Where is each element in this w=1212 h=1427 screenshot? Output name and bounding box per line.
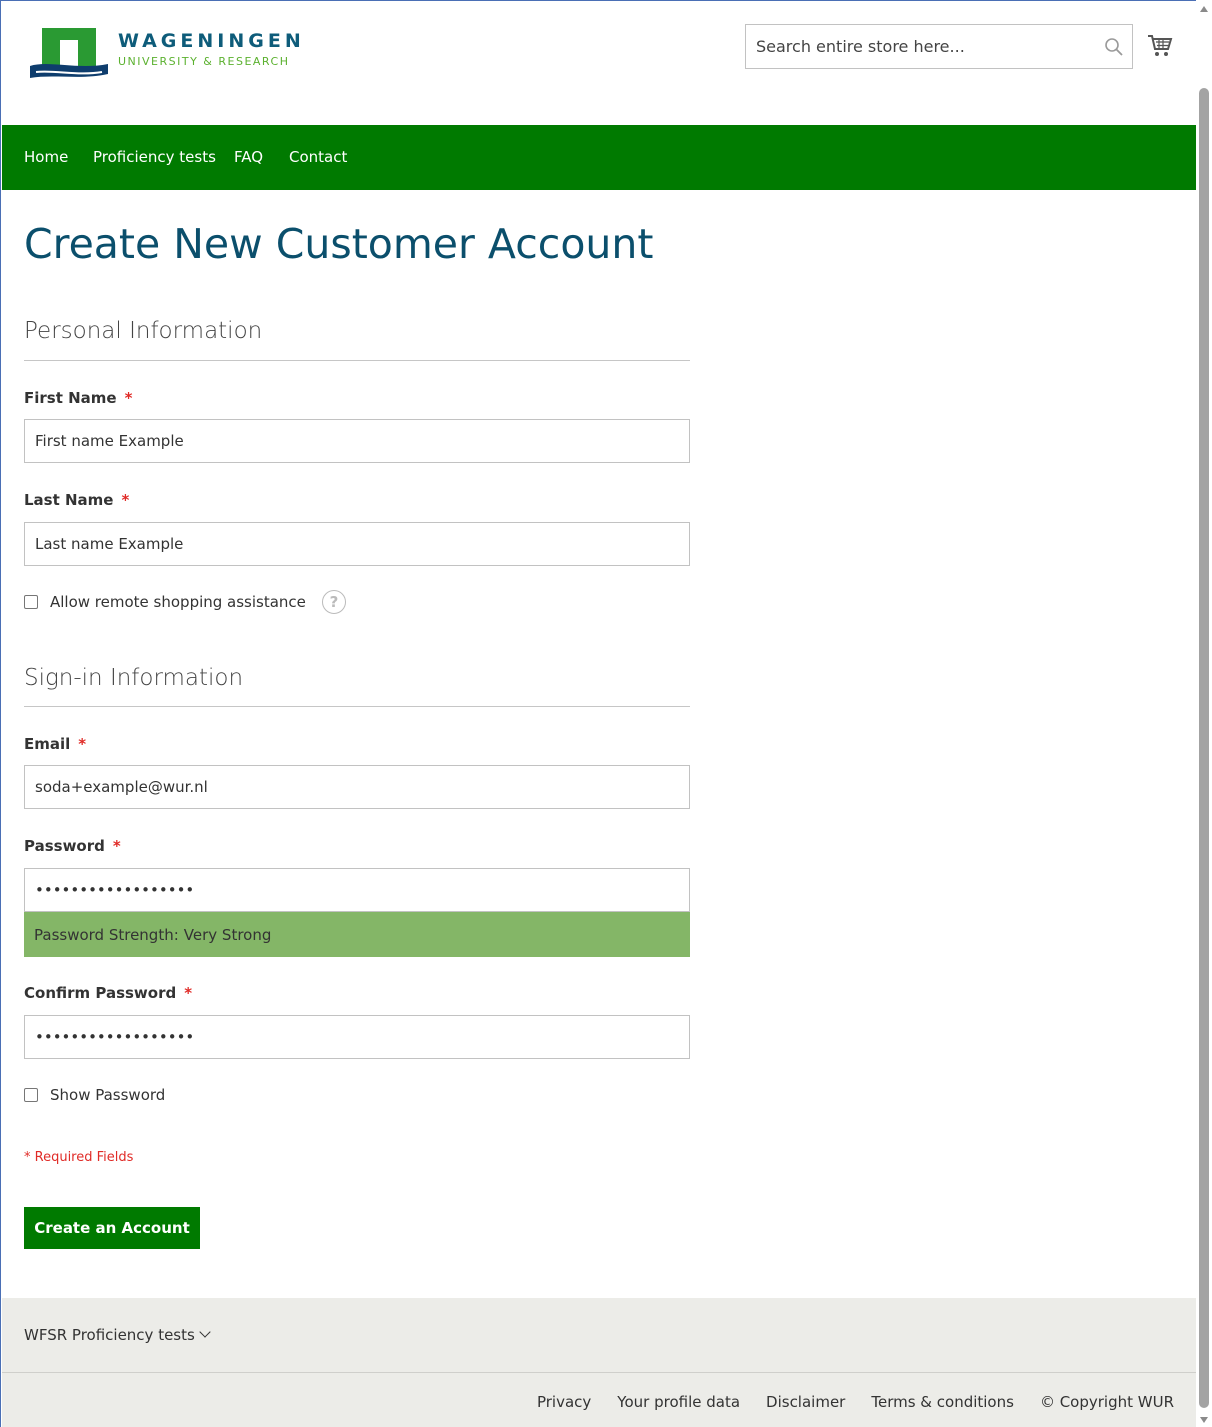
section-divider [24,706,690,707]
footer-link-terms[interactable]: Terms & conditions [871,1393,1014,1411]
scroll-down-arrow-icon[interactable] [1200,1417,1208,1423]
remote-assistance-checkbox[interactable] [24,595,38,609]
email-label: Email * [24,735,86,753]
password-strength-meter: Password Strength: Very Strong [24,912,690,957]
wur-logo-mark-icon [30,28,108,78]
show-password-label[interactable]: Show Password [50,1086,165,1104]
main-nav: Home Proficiency tests FAQ Contact [2,125,1196,190]
last-name-input[interactable] [24,522,690,566]
create-account-button[interactable]: Create an Account [24,1207,200,1249]
search-box [745,24,1133,69]
first-name-label: First Name * [24,389,132,407]
nav-item-home[interactable]: Home [24,148,68,166]
section-divider [24,360,690,361]
last-name-label: Last Name * [24,491,129,509]
logo-title: WAGENINGEN [118,30,305,52]
help-question-icon[interactable]: ? [321,590,346,614]
footer-link-disclaimer[interactable]: Disclaimer [766,1393,845,1411]
header: WAGENINGEN UNIVERSITY & RESEARCH [0,0,1196,125]
password-strength-label: Password Strength: [34,925,179,944]
show-password-checkbox[interactable] [24,1088,38,1102]
footer-links: Privacy Your profile data Disclaimer Ter… [511,1393,1174,1411]
footer-link-privacy[interactable]: Privacy [537,1393,591,1411]
required-asterisk: * [112,837,121,855]
scroll-up-arrow-icon[interactable] [1200,6,1208,12]
confirm-password-input[interactable] [24,1015,690,1059]
required-asterisk: * [78,735,87,753]
footer-toggle-label: WFSR Proficiency tests [24,1326,195,1344]
first-name-label-text: First Name [24,389,117,407]
required-asterisk: * [184,984,193,1002]
password-strength-value: Very Strong [183,925,272,944]
footer-divider [2,1372,1196,1373]
nav-item-proficiency-tests[interactable]: Proficiency tests [93,148,216,166]
confirm-password-label-text: Confirm Password [24,984,177,1002]
email-field[interactable] [24,765,690,809]
remote-assistance-row: Allow remote shopping assistance ? [24,590,346,614]
required-asterisk: * [124,389,133,407]
email-label-text: Email [24,735,71,753]
section-title-signin: Sign-in Information [24,665,244,691]
vertical-scrollbar[interactable] [1196,0,1212,1427]
confirm-password-label: Confirm Password * [24,984,192,1002]
footer-toggle[interactable]: WFSR Proficiency tests [24,1326,211,1344]
scroll-thumb[interactable] [1199,88,1209,1408]
search-icon[interactable] [1104,37,1124,57]
footer-copyright: © Copyright WUR [1039,1393,1174,1411]
logo-subtitle: UNIVERSITY & RESEARCH [118,55,290,68]
show-password-row: Show Password [24,1086,165,1104]
chevron-down-icon [199,1326,211,1338]
cart-icon[interactable] [1147,33,1173,59]
search-input[interactable] [746,25,1086,68]
page-title: Create New Customer Account [24,220,654,268]
required-fields-note: * Required Fields [24,1150,134,1165]
footer: WFSR Proficiency tests Privacy Your prof… [2,1298,1196,1427]
remote-assistance-label[interactable]: Allow remote shopping assistance [50,593,306,611]
password-label: Password * [24,837,121,855]
nav-item-faq[interactable]: FAQ [234,148,263,166]
section-title-personal: Personal Information [24,318,263,344]
password-label-text: Password [24,837,105,855]
nav-item-contact[interactable]: Contact [289,148,347,166]
first-name-input[interactable] [24,419,690,463]
last-name-label-text: Last Name [24,491,114,509]
password-input[interactable] [24,868,690,912]
required-asterisk: * [121,491,130,509]
footer-link-profile-data[interactable]: Your profile data [617,1393,740,1411]
